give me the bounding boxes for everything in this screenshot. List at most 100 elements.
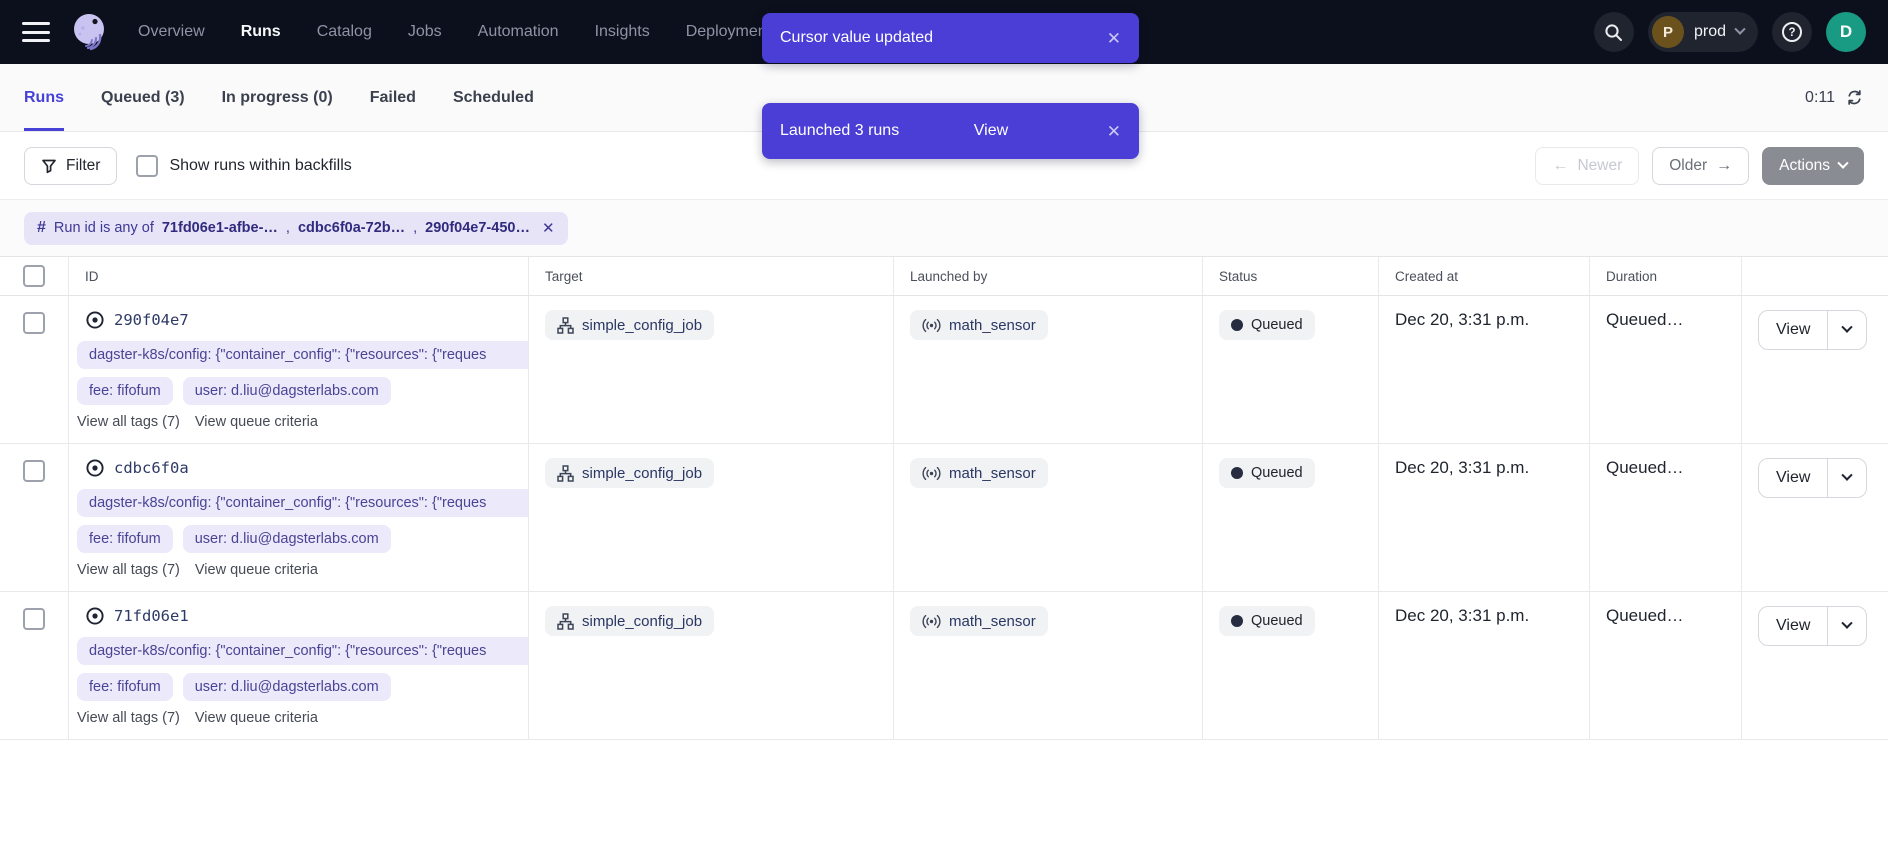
help-button[interactable]: ? [1772, 12, 1812, 52]
chevron-down-icon [1837, 157, 1848, 168]
fee-tag[interactable]: fee: fifofum [77, 377, 173, 405]
nav-item-catalog[interactable]: Catalog [317, 23, 372, 41]
launched-by-pill[interactable]: math_sensor [910, 458, 1048, 488]
tab-scheduled[interactable]: Scheduled [453, 64, 534, 131]
run-id-link[interactable]: 71fd06e1 [114, 607, 189, 625]
select-all-checkbox[interactable] [23, 265, 45, 287]
nav-item-jobs[interactable]: Jobs [408, 23, 442, 41]
fee-tag[interactable]: fee: fifofum [77, 673, 173, 701]
config-tag[interactable]: dagster-k8s/config: {"container_config":… [77, 637, 528, 665]
config-tag[interactable]: dagster-k8s/config: {"container_config":… [77, 341, 528, 369]
user-tag[interactable]: user: d.liu@dagsterlabs.com [183, 377, 391, 405]
view-run-button[interactable]: View [1759, 311, 1827, 349]
status-badge: Queued [1219, 310, 1315, 340]
tab-queued[interactable]: Queued (3) [101, 64, 185, 131]
actions-menu-button[interactable]: Actions [1762, 147, 1864, 185]
environment-name: prod [1694, 23, 1726, 41]
search-icon [1604, 23, 1623, 42]
launched-by-pill[interactable]: math_sensor [910, 606, 1048, 636]
fee-tag[interactable]: fee: fifofum [77, 525, 173, 553]
view-queue-criteria-link[interactable]: View queue criteria [195, 414, 318, 430]
nav-item-automation[interactable]: Automation [478, 23, 559, 41]
nav-item-insights[interactable]: Insights [595, 23, 650, 41]
search-button[interactable] [1594, 12, 1634, 52]
comma: , [286, 220, 290, 236]
view-run-button[interactable]: View [1759, 459, 1827, 497]
select-run-checkbox[interactable] [23, 460, 45, 482]
user-avatar[interactable]: D [1826, 12, 1866, 52]
config-tag[interactable]: dagster-k8s/config: {"container_config":… [77, 489, 528, 517]
hamburger-menu-icon[interactable] [22, 22, 50, 42]
column-header-actions [1742, 257, 1888, 295]
duration-value: Queued… [1606, 604, 1684, 625]
column-header-status: Status [1203, 257, 1379, 295]
show-backfills-checkbox[interactable] [136, 155, 158, 177]
created-at-value: Dec 20, 3:31 p.m. [1395, 604, 1529, 625]
duration-value: Queued… [1606, 456, 1684, 477]
run-row: 290f04e7 dagster-k8s/config: {"container… [0, 296, 1888, 444]
sensor-name: math_sensor [949, 465, 1036, 482]
select-run-checkbox[interactable] [23, 312, 45, 334]
tab-runs[interactable]: Runs [24, 64, 64, 131]
run-id-link[interactable]: cdbc6f0a [114, 459, 189, 477]
help-icon: ? [1781, 21, 1803, 43]
arrow-left-icon: ← [1552, 157, 1568, 175]
active-filters-row: # Run id is any of 71fd06e1-afbe-…, cdbc… [0, 200, 1888, 256]
run-id-filter-chip[interactable]: # Run id is any of 71fd06e1-afbe-…, cdbc… [24, 212, 568, 245]
toast-view-link[interactable]: View [974, 122, 1008, 140]
tab-failed[interactable]: Failed [370, 64, 416, 131]
target-job-name: simple_config_job [582, 465, 702, 482]
close-icon[interactable]: ✕ [1107, 30, 1121, 47]
queued-status-icon [85, 310, 105, 330]
filter-chip-id: 290f04e7-450… [425, 220, 530, 236]
launched-by-pill[interactable]: math_sensor [910, 310, 1048, 340]
runs-table-header: ID Target Launched by Status Created at … [0, 256, 1888, 296]
dagster-logo-icon[interactable] [66, 9, 112, 55]
toast-cursor-updated: Cursor value updated ✕ [762, 13, 1139, 63]
remove-filter-icon[interactable]: ✕ [542, 219, 555, 237]
close-icon[interactable]: ✕ [1107, 123, 1121, 140]
environment-switcher[interactable]: P prod [1648, 12, 1758, 52]
target-job-pill[interactable]: simple_config_job [545, 458, 714, 488]
view-run-dropdown-button[interactable] [1827, 311, 1866, 349]
target-job-pill[interactable]: simple_config_job [545, 606, 714, 636]
nav-item-overview[interactable]: Overview [138, 23, 205, 41]
filter-button-label: Filter [66, 157, 100, 175]
view-queue-criteria-link[interactable]: View queue criteria [195, 562, 318, 578]
chevron-down-icon [1842, 322, 1853, 333]
status-label: Queued [1251, 465, 1303, 481]
nav-item-runs[interactable]: Runs [241, 23, 281, 41]
user-tag[interactable]: user: d.liu@dagsterlabs.com [183, 673, 391, 701]
view-queue-criteria-link[interactable]: View queue criteria [195, 710, 318, 726]
filter-button[interactable]: Filter [24, 147, 117, 185]
view-all-tags-link[interactable]: View all tags (7) [77, 414, 180, 430]
column-header-target: Target [529, 257, 894, 295]
view-run-dropdown-button[interactable] [1827, 607, 1866, 645]
sensor-icon [922, 466, 941, 481]
view-all-tags-link[interactable]: View all tags (7) [77, 710, 180, 726]
nav-item-deployment[interactable]: Deployment [686, 23, 771, 41]
view-run-button[interactable]: View [1759, 607, 1827, 645]
newer-page-button[interactable]: ← Newer [1535, 147, 1639, 185]
chevron-down-icon [1842, 470, 1853, 481]
view-run-split-button: View [1758, 458, 1867, 498]
older-page-button[interactable]: Older → [1652, 147, 1749, 185]
job-icon [557, 317, 574, 334]
refresh-countdown: 0:11 [1805, 89, 1835, 107]
view-run-dropdown-button[interactable] [1827, 459, 1866, 497]
run-row: cdbc6f0a dagster-k8s/config: {"container… [0, 444, 1888, 592]
sensor-name: math_sensor [949, 613, 1036, 630]
view-all-tags-link[interactable]: View all tags (7) [77, 562, 180, 578]
user-tag[interactable]: user: d.liu@dagsterlabs.com [183, 525, 391, 553]
select-run-checkbox[interactable] [23, 608, 45, 630]
tab-in-progress[interactable]: In progress (0) [222, 64, 333, 131]
column-header-id: ID [69, 257, 529, 295]
run-id-link[interactable]: 290f04e7 [114, 311, 189, 329]
filter-chip-prefix: Run id is any of [54, 220, 154, 236]
refresh-icon[interactable] [1845, 88, 1864, 107]
created-at-value: Dec 20, 3:31 p.m. [1395, 308, 1529, 329]
svg-text:?: ? [1788, 27, 1795, 39]
target-job-pill[interactable]: simple_config_job [545, 310, 714, 340]
duration-value: Queued… [1606, 308, 1684, 329]
older-button-label: Older [1669, 157, 1707, 175]
